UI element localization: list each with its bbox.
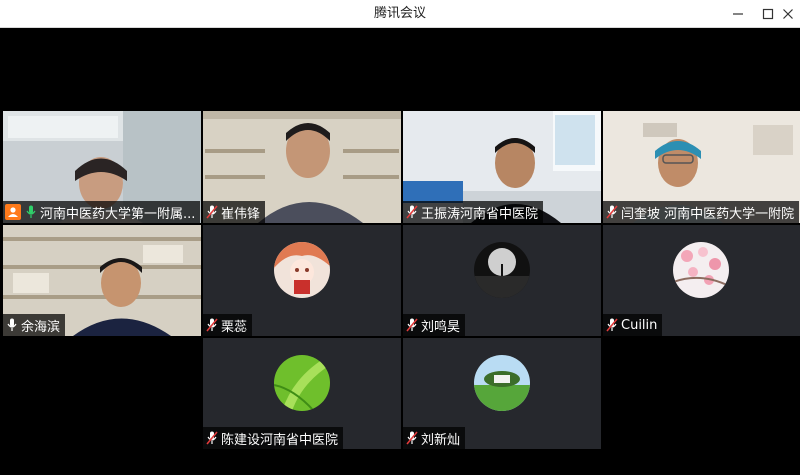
microphone-muted-icon (405, 204, 419, 220)
microphone-muted-icon (205, 204, 219, 220)
participant-nametag: 刘新灿 (403, 427, 466, 449)
microphone-on-icon (24, 204, 38, 220)
minimize-button[interactable] (722, 0, 754, 28)
participant-nametag: 王振涛河南省中医院 (403, 201, 544, 223)
microphone-muted-icon (605, 204, 619, 220)
microphone-muted-icon (405, 317, 419, 333)
participant-tile-5[interactable]: 栗蕊 (203, 225, 401, 336)
participant-name: 崔伟锋 (221, 206, 261, 222)
participant-nametag: Cuilin (603, 314, 663, 336)
window-title: 腾讯会议 (373, 6, 426, 21)
participant-avatar (274, 242, 330, 298)
title-bar: 腾讯会议 (0, 0, 800, 28)
participant-avatar (474, 242, 530, 298)
participant-avatar (274, 355, 330, 411)
close-icon (783, 9, 793, 19)
microphone-muted-icon (605, 317, 619, 333)
participant-name: 王振涛河南省中医院 (421, 206, 539, 222)
participant-tile-9[interactable]: 刘新灿 (403, 338, 601, 449)
microphone-on-icon (5, 317, 19, 333)
participant-tile-8[interactable]: 陈建设河南省中医院 (203, 338, 401, 449)
participant-tile-7[interactable]: Cuilin (603, 225, 800, 336)
participant-tile-1[interactable]: 崔伟锋 (203, 111, 401, 223)
participant-nametag: 余海滨 (3, 314, 66, 336)
microphone-muted-icon (205, 430, 219, 446)
participant-avatar (474, 355, 530, 411)
participant-tile-6[interactable]: 刘鸣昊 (403, 225, 601, 336)
close-button[interactable] (772, 0, 800, 28)
participant-nametag: 闫奎坡 河南中医药大学一附院 (603, 201, 800, 223)
participant-nametag: 崔伟锋 (203, 201, 266, 223)
participant-name: Cuilin (621, 317, 658, 333)
participant-tile-3[interactable]: 闫奎坡 河南中医药大学一附院 (603, 111, 800, 223)
minimize-icon (733, 13, 743, 15)
participant-nametag: 河南中医药大学第一附属... (3, 201, 201, 223)
participant-tile-2[interactable]: 王振涛河南省中医院 (403, 111, 601, 223)
participant-name: 余海滨 (21, 319, 61, 335)
participant-name: 闫奎坡 河南中医药大学一附院 (621, 206, 795, 222)
participant-nametag: 栗蕊 (203, 314, 253, 336)
participant-name: 刘新灿 (421, 432, 461, 448)
participant-tile-0[interactable]: 河南中医药大学第一附属... (3, 111, 201, 223)
participant-name: 陈建设河南省中医院 (221, 432, 339, 448)
participant-nametag: 陈建设河南省中医院 (203, 427, 344, 449)
microphone-muted-icon (205, 317, 219, 333)
host-icon (5, 204, 21, 220)
participant-name: 河南中医药大学第一附属... (40, 206, 196, 222)
participant-tile-4[interactable]: 余海滨 (3, 225, 201, 336)
participant-nametag: 刘鸣昊 (403, 314, 466, 336)
participant-avatar (673, 242, 729, 298)
participant-name: 栗蕊 (221, 319, 248, 335)
microphone-muted-icon (405, 430, 419, 446)
participant-name: 刘鸣昊 (421, 319, 461, 335)
